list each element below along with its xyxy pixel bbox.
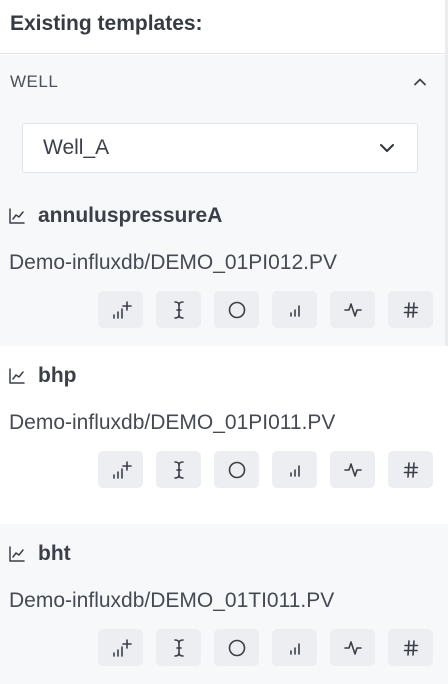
line-chart-icon: [9, 546, 25, 562]
activity-button[interactable]: [330, 291, 375, 328]
activity-icon: [343, 302, 362, 317]
select-area: Well_A: [0, 108, 448, 186]
template-title-row[interactable]: bht: [8, 542, 71, 566]
activity-button[interactable]: [330, 451, 375, 488]
add-chart-button[interactable]: [98, 451, 143, 488]
hash-icon: [403, 639, 418, 656]
section-label: WELL: [10, 71, 59, 91]
template-title-row[interactable]: bhp: [8, 364, 76, 388]
template-source: Demo-influxdb/DEMO_01TI011.PV: [9, 589, 335, 612]
hash-button[interactable]: [388, 291, 433, 328]
template-card: bhp Demo-influxdb/DEMO_01PI011.PV: [0, 346, 448, 524]
chevron-up-icon[interactable]: [412, 74, 428, 90]
add-chart-button[interactable]: [98, 291, 143, 328]
template-name: annuluspressureA: [38, 204, 223, 227]
page-title: Existing templates:: [0, 0, 448, 54]
template-card: bht Demo-influxdb/DEMO_01TI011.PV: [0, 524, 448, 684]
bar-chart-button[interactable]: [272, 291, 317, 328]
section-header-well[interactable]: WELL: [0, 55, 448, 108]
circle-button[interactable]: [214, 291, 259, 328]
circle-icon: [228, 461, 245, 478]
template-name: bht: [38, 542, 71, 565]
well-select[interactable]: Well_A: [22, 123, 418, 173]
bar-chart-plus-icon: [112, 460, 132, 479]
text-cursor-icon: [173, 638, 184, 657]
well-select-value: Well_A: [43, 136, 110, 159]
activity-button[interactable]: [330, 629, 375, 666]
bar-chart-button[interactable]: [272, 451, 317, 488]
template-title-row[interactable]: annuluspressureA: [8, 204, 222, 228]
bar-chart-plus-icon: [112, 300, 132, 319]
text-cursor-button[interactable]: [156, 629, 201, 666]
template-source: Demo-influxdb/DEMO_01PI011.PV: [9, 411, 336, 434]
chevron-down-icon: [380, 144, 394, 152]
circle-button[interactable]: [214, 629, 259, 666]
activity-icon: [343, 462, 362, 477]
circle-button[interactable]: [214, 451, 259, 488]
hash-button[interactable]: [388, 451, 433, 488]
hash-icon: [403, 301, 418, 318]
add-chart-button[interactable]: [98, 629, 143, 666]
text-cursor-icon: [173, 300, 184, 319]
text-cursor-button[interactable]: [156, 291, 201, 328]
line-chart-icon: [9, 208, 25, 224]
bar-chart-icon: [289, 642, 300, 655]
activity-icon: [343, 640, 362, 655]
circle-icon: [228, 301, 245, 318]
template-source: Demo-influxdb/DEMO_01PI012.PV: [9, 251, 337, 274]
template-name: bhp: [38, 364, 77, 387]
bar-chart-plus-icon: [112, 638, 132, 657]
text-cursor-button[interactable]: [156, 451, 201, 488]
hash-icon: [403, 461, 418, 478]
circle-icon: [228, 639, 245, 656]
template-actions: [98, 629, 433, 666]
text-cursor-icon: [173, 460, 184, 479]
hash-button[interactable]: [388, 629, 433, 666]
template-actions: [98, 291, 433, 328]
template-actions: [98, 451, 433, 488]
line-chart-icon: [9, 368, 25, 384]
template-card: annuluspressureA Demo-influxdb/DEMO_01PI0…: [0, 186, 448, 346]
bar-chart-button[interactable]: [272, 629, 317, 666]
bar-chart-icon: [289, 304, 300, 317]
bar-chart-icon: [289, 464, 300, 477]
